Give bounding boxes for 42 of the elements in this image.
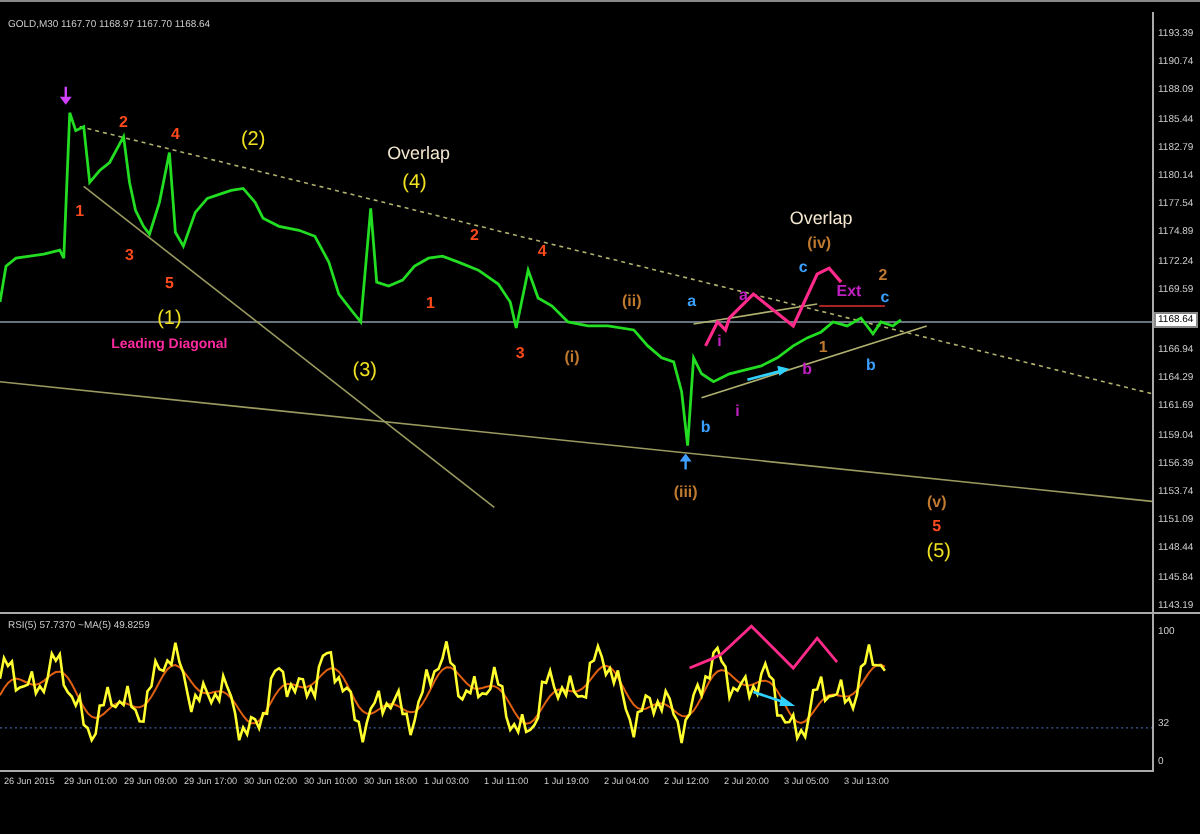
wave-label: 4 xyxy=(537,242,547,261)
wave-label: (2) xyxy=(240,128,266,151)
wave-label: (iv) xyxy=(807,234,832,253)
wave-label: c xyxy=(880,288,890,307)
up-arrow-icon xyxy=(679,453,692,470)
trend-arrow xyxy=(752,690,796,706)
wave-label: (4) xyxy=(402,172,427,195)
wave-label: a xyxy=(739,286,748,305)
wave-label: 2 xyxy=(119,112,128,131)
wave-label: i xyxy=(735,401,740,420)
wave-label: 3 xyxy=(125,246,134,265)
wave-label: 5 xyxy=(164,274,174,293)
wave-label: i xyxy=(717,331,722,350)
wedge-line[interactable] xyxy=(692,303,818,325)
wave-label: Overlap xyxy=(789,208,853,229)
wave-label: b xyxy=(700,417,711,436)
wave-label: (3) xyxy=(352,359,377,382)
wave-label: Overlap xyxy=(387,142,450,163)
wave-label: 1 xyxy=(75,202,85,221)
wave-label: (i) xyxy=(564,347,580,366)
wave-label: b xyxy=(866,355,876,374)
wave-label: a xyxy=(687,292,697,310)
wave-label: 2 xyxy=(878,266,888,285)
wave-label: (ii) xyxy=(622,292,642,310)
wave-label: b xyxy=(802,359,813,378)
wedge-line[interactable] xyxy=(700,325,928,399)
wave-label: (iii) xyxy=(673,483,698,502)
wave-label: 5 xyxy=(932,517,942,536)
wave-label: (1) xyxy=(157,307,182,330)
down-arrow-icon xyxy=(59,86,72,105)
wave-label: 4 xyxy=(170,124,180,143)
trend-line[interactable] xyxy=(78,125,1152,395)
wave-label: 2 xyxy=(469,226,479,245)
wave-label: Ext xyxy=(836,282,862,301)
wave-label: 1 xyxy=(818,337,828,356)
wave-label: c xyxy=(798,258,808,277)
wave-label: 1 xyxy=(426,294,435,312)
trend-arrow xyxy=(747,365,790,382)
wave-label: 3 xyxy=(515,343,525,362)
resistance-line[interactable] xyxy=(818,305,886,307)
wave-label: (v) xyxy=(927,493,947,512)
wave-label: (5) xyxy=(926,541,951,564)
